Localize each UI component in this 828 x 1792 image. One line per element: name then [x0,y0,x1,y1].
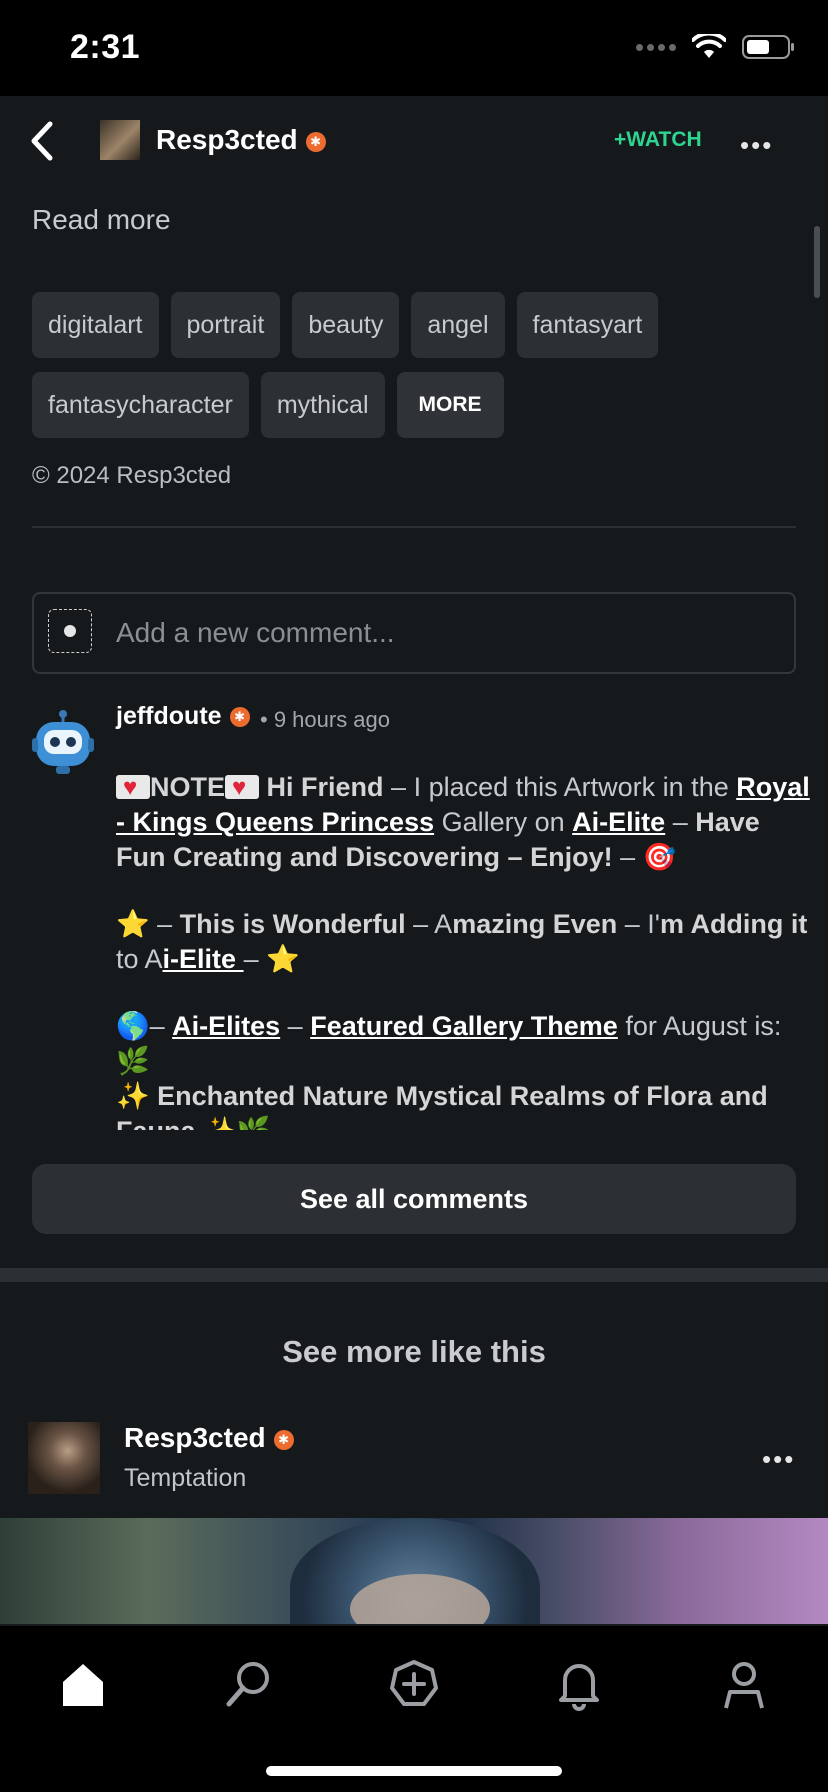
user-avatar-placeholder-icon [48,609,92,653]
comment-greeting: Hi Friend [266,772,384,802]
status-icons [636,34,796,60]
more-tags-button[interactable]: MORE [396,372,504,438]
love-letter-emoji-icon [225,770,260,805]
comment-text: – I' [617,909,660,939]
featured-theme-link[interactable]: Featured Gallery Theme [310,1011,618,1041]
see-more-like-this-heading: See more like this [282,1334,546,1369]
scrollbar[interactable] [814,226,820,298]
site-link[interactable]: Ai-Elite [572,807,665,837]
related-artwork-title[interactable]: Temptation [124,1464,246,1493]
tag-chip[interactable]: beauty [292,292,400,358]
status-time: 2:31 [70,28,141,66]
comment-bold-text: m Adding it [659,909,808,939]
wifi-icon [692,34,726,58]
tag-chip[interactable]: fantasycharacter [32,372,249,438]
comment-bold-text: ✨ Enchanted Nature Mystical Realms of Fl… [116,1081,768,1130]
tag-chip[interactable]: digitalart [32,292,159,358]
watch-button[interactable]: +WATCH [614,128,702,152]
site-link[interactable]: i-Elite [163,944,244,974]
home-icon[interactable] [55,1656,111,1712]
artist-avatar[interactable] [100,120,140,160]
comment-text: – [665,807,696,837]
create-icon[interactable] [386,1656,442,1712]
artist-name[interactable]: Resp3cted ✱ [156,124,326,156]
related-artist-name-label: Resp3cted [124,1422,266,1453]
search-icon[interactable] [221,1656,277,1712]
comment-text: Gallery on [434,807,573,837]
comment-bold-text: This is Wonderful [179,909,406,939]
site-link[interactable]: Ai-Elites [172,1011,280,1041]
tag-chip[interactable]: angel [411,292,505,358]
core-member-badge-icon: ✱ [229,707,250,728]
read-more-link[interactable]: Read more [32,204,171,236]
core-member-badge-icon: ✱ [273,1429,294,1450]
comment-input[interactable]: Add a new comment... [32,592,796,674]
more-options-icon[interactable]: ••• [740,130,773,161]
divider [32,526,796,528]
bell-icon[interactable] [551,1656,607,1712]
comment-text: to A [116,944,163,974]
love-letter-emoji-icon [116,770,150,805]
artist-name-label: Resp3cted [156,124,298,155]
comment-text: – 🎯 [612,842,677,872]
related-artist-name[interactable]: Resp3cted ✱ [124,1422,294,1454]
back-chevron-icon[interactable] [24,118,64,164]
core-member-badge-icon: ✱ [305,131,326,152]
comment-text: 🌎– [116,1011,173,1041]
commenter-username-label: jeffdoute [116,702,222,730]
bottom-tab-bar [0,1626,828,1792]
battery-icon [742,35,794,59]
tag-chip[interactable]: portrait [170,292,281,358]
cellular-signal-icon [636,43,676,51]
commenter-username[interactable]: jeffdoute ✱ [116,702,250,731]
more-options-icon[interactable]: ••• [762,1444,795,1475]
related-artwork-thumbnail[interactable] [28,1422,100,1494]
comment-note-label: NOTE [150,772,226,802]
profile-icon[interactable] [716,1656,772,1712]
comment-paragraph: ⭐ – This is Wonderful – Amazing Even – I… [116,907,810,977]
comment-text: ⭐ – [116,909,180,939]
copyright-text: © 2024 Resp3cted [32,462,232,489]
comment-paragraph: 🌎– Ai-Elites – Featured Gallery Theme fo… [116,1009,810,1130]
comment-input-placeholder: Add a new comment... [116,617,395,648]
artwork-header: Resp3cted ✱ +WATCH ••• [0,96,828,186]
comment-text: – ⭐ [243,944,300,974]
comment-timestamp: • 9 hours ago [260,707,391,732]
status-bar: 2:31 [0,0,828,96]
comment-paragraph: NOTE Hi Friend – I placed this Artwork i… [116,770,810,875]
section-separator [0,1268,828,1282]
see-all-comments-button[interactable]: See all comments [32,1164,796,1234]
comment-text: – [280,1011,311,1041]
comment-text: – A [405,909,453,939]
comment-bold-text: mazing Even [452,909,618,939]
home-indicator [266,1766,562,1776]
tag-chip[interactable]: fantasyart [516,292,659,358]
tag-list: digitalart portrait beauty angel fantasy… [32,292,802,440]
comment-text: – I placed this Artwork in the [383,772,737,802]
related-artwork-image[interactable] [0,1518,828,1624]
comment-body: NOTE Hi Friend – I placed this Artwork i… [116,770,810,1130]
commenter-robot-avatar-icon[interactable] [32,710,94,776]
tag-chip[interactable]: mythical [260,372,385,438]
